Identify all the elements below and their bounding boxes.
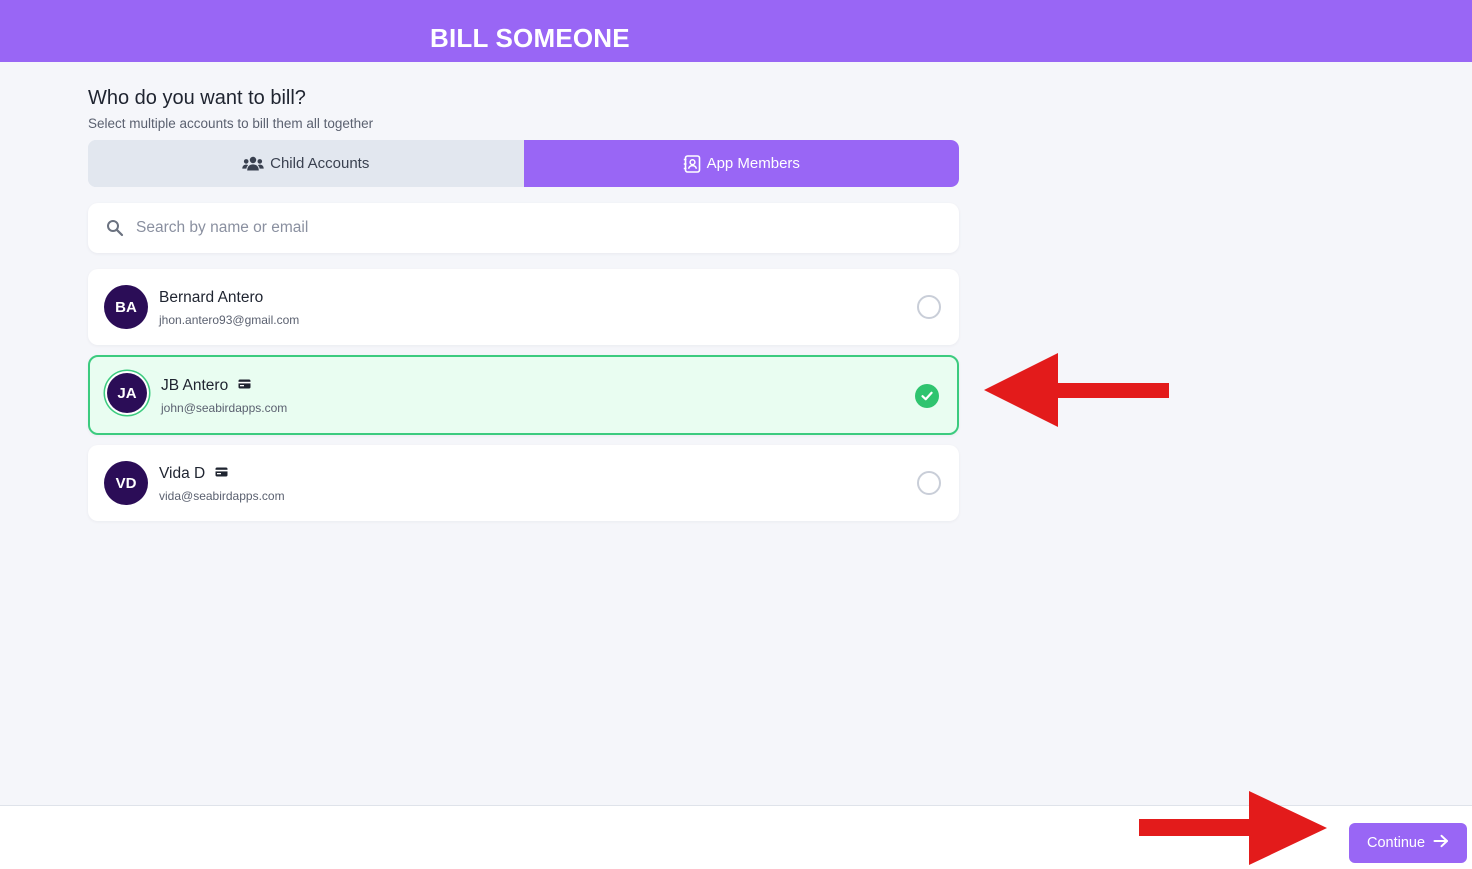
- prompt-subheading: Select multiple accounts to bill them al…: [88, 116, 374, 131]
- tab-app-members-label: App Members: [706, 155, 800, 172]
- contact-card-icon: [683, 154, 701, 173]
- member-card-jb-antero[interactable]: JA JB Antero john@seabirdapps.com: [88, 355, 959, 435]
- arrow-right-icon: [1433, 834, 1449, 852]
- tab-child-accounts[interactable]: Child Accounts: [88, 140, 524, 187]
- continue-label: Continue: [1366, 835, 1426, 851]
- search-icon: [106, 219, 124, 237]
- select-radio[interactable]: [917, 295, 941, 319]
- search-box: [88, 203, 959, 253]
- avatar: VD: [104, 461, 148, 505]
- credit-card-icon: [215, 465, 229, 483]
- member-name: Vida D: [159, 465, 206, 482]
- member-card-bernard-antero[interactable]: BA Bernard Antero jhon.antero93@gmail.co…: [88, 269, 959, 345]
- app-header: BILL SOMEONE: [0, 0, 1472, 62]
- member-email: vida@seabirdapps.com: [159, 489, 285, 503]
- tab-child-accounts-label: Child Accounts: [270, 155, 370, 172]
- member-email: john@seabirdapps.com: [161, 401, 288, 415]
- annotation-arrow-left: [984, 353, 1169, 427]
- users-icon: [242, 156, 264, 172]
- member-name: JB Antero: [161, 377, 229, 394]
- page-title: BILL SOMEONE: [430, 23, 630, 53]
- member-name-row: Vida D: [159, 465, 229, 483]
- continue-button[interactable]: Continue: [1349, 823, 1467, 863]
- member-name-row: Bernard Antero: [159, 289, 263, 307]
- check-circle-icon[interactable]: [915, 384, 939, 408]
- credit-card-icon: [238, 377, 252, 395]
- avatar: JA: [107, 373, 147, 413]
- account-type-tabs: Child Accounts App Members: [88, 140, 959, 187]
- select-radio[interactable]: [917, 471, 941, 495]
- member-email: jhon.antero93@gmail.com: [159, 313, 300, 327]
- avatar: BA: [104, 285, 148, 329]
- tab-app-members[interactable]: App Members: [523, 140, 959, 187]
- member-name: Bernard Antero: [159, 289, 264, 306]
- search-input[interactable]: [136, 219, 916, 237]
- prompt-heading: Who do you want to bill?: [88, 87, 306, 109]
- member-card-vida-d[interactable]: VD Vida D vida@seabirdapps.com: [88, 445, 959, 521]
- member-name-row: JB Antero: [161, 377, 252, 395]
- footer-bar: [0, 805, 1472, 869]
